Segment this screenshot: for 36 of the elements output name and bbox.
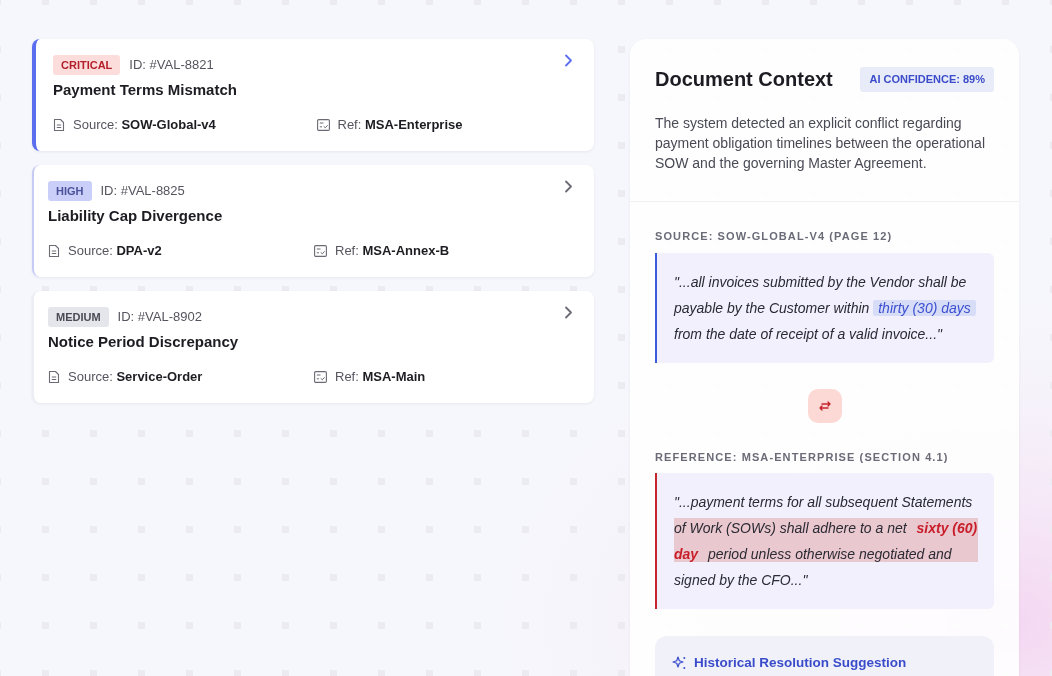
issue-id: ID: #VAL-8821 [129, 56, 214, 74]
issue-title: Payment Terms Mismatch [53, 80, 238, 100]
chevron-right-icon [562, 306, 574, 319]
reference-document: Ref: MSA-Enterprise [337, 116, 463, 134]
document-icon [48, 244, 60, 258]
severity-badge: HIGH [48, 181, 92, 201]
severity-badge: CRITICAL [53, 55, 121, 75]
summary-text: The system detected an explicit conflict regarding payment obligation timelines between the operational SOW and the governing Master Agreement. [655, 114, 986, 173]
chevron-right-icon [562, 180, 574, 193]
sparkle-icon [672, 656, 686, 670]
issue-card[interactable]: HIGH ID: #VAL-8825 Liability Cap Divergence Source: DPA-v2 Ref: MSA-Annex-B [32, 165, 594, 277]
issue-card[interactable]: MEDIUM ID: #VAL-8902 Notice Period Discrepancy Source: Service-Order Ref: MSA-Main [32, 291, 594, 403]
source-document: Source: DPA-v2 [68, 242, 162, 260]
issue-id: ID: #VAL-8825 [100, 182, 185, 200]
document-icon [53, 118, 65, 132]
panel-title: Document Context [655, 67, 833, 92]
suggestion-title: Historical Resolution Suggestion [694, 654, 907, 672]
quote-text: "...all invoices submitted by the Vendor shall be payable by the Customer within thirty (30) days from the date of receipt of a valid invoice..." [674, 269, 978, 347]
source-document: Source: SOW-Global-v4 [73, 116, 216, 134]
swap-arrows-icon [807, 389, 842, 423]
issue-card[interactable]: CRITICAL ID: #VAL-8821 Payment Terms Mismatch Source: SOW-Global-v4 Ref: MSA-Enterprise [32, 39, 594, 151]
issue-title: Notice Period Discrepancy [48, 332, 240, 352]
excerpt-label: REFERENCE: MSA-ENTERPRISE (SECTION 4.1) [655, 450, 950, 465]
chevron-right-icon [562, 54, 574, 67]
checklist-icon [314, 371, 327, 383]
issue-title: Liability Cap Divergence [48, 206, 224, 226]
severity-badge: MEDIUM [48, 307, 109, 327]
issue-id: ID: #VAL-8902 [117, 308, 202, 326]
reference-document: Ref: MSA-Main [335, 368, 426, 386]
excerpt-label: SOURCE: SOW-GLOBAL-V4 (PAGE 12) [655, 229, 894, 244]
reference-document: Ref: MSA-Annex-B [335, 242, 450, 260]
source-document: Source: Service-Order [68, 368, 203, 386]
checklist-icon [314, 245, 327, 257]
document-icon [48, 370, 60, 384]
checklist-icon [316, 119, 330, 131]
confidence-badge: AI CONFIDENCE: 89% [860, 66, 994, 92]
